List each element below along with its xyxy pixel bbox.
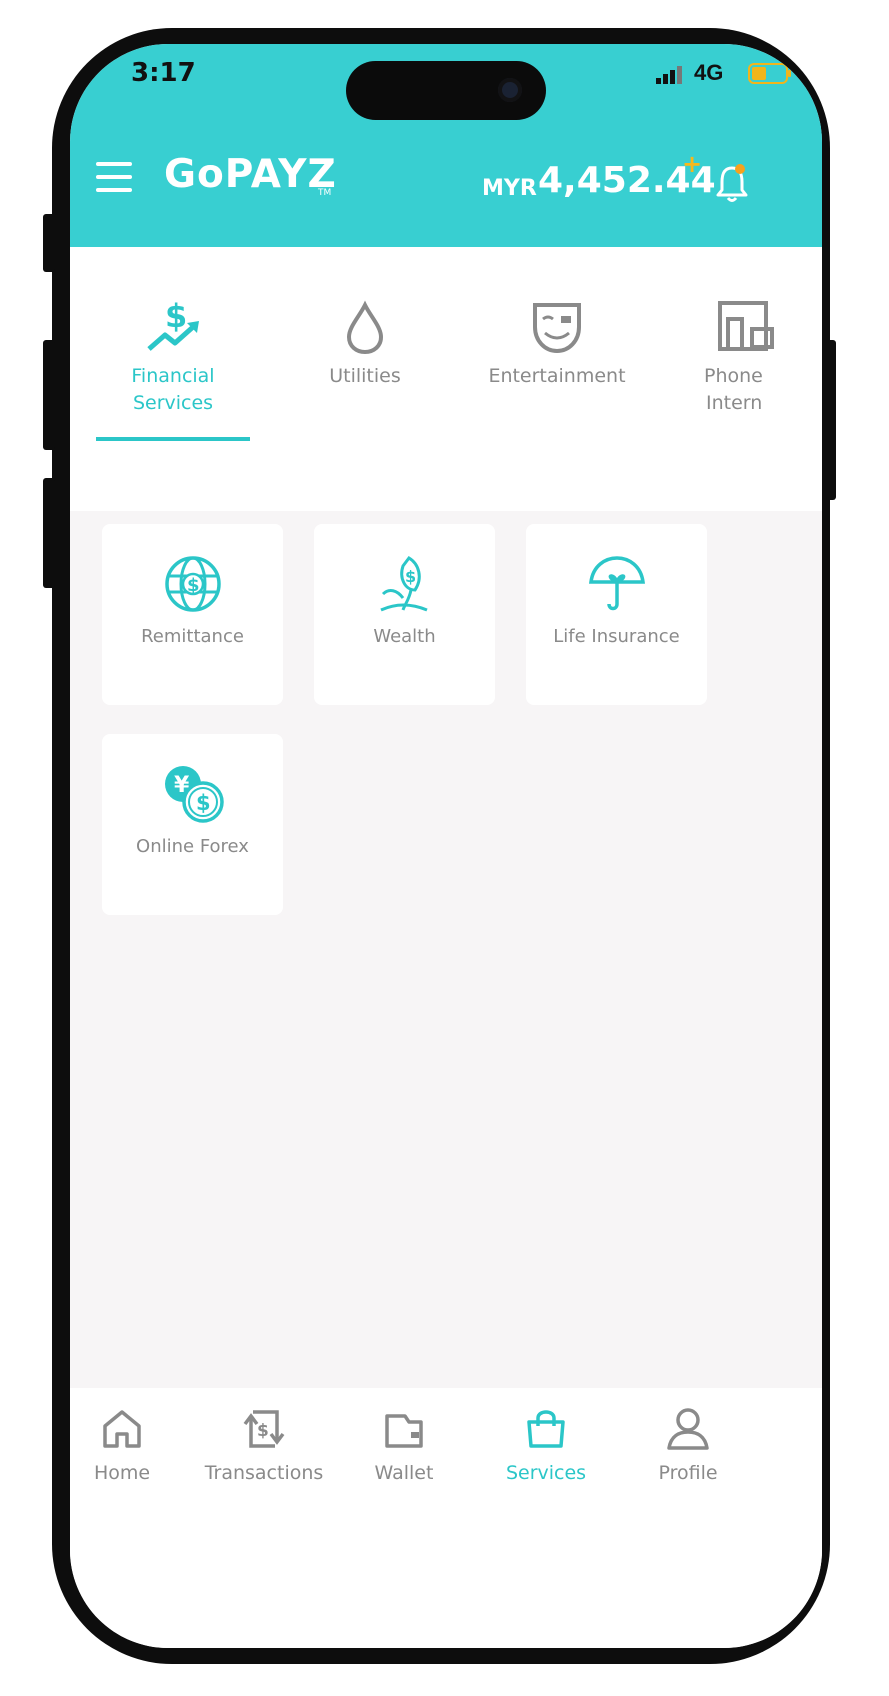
yen-dollar-icon: ¥ $ [164, 766, 224, 823]
nav-label: Home [93, 1462, 151, 1484]
plant-dollar-icon: $ [379, 556, 428, 612]
tab-label-line2: Intern [706, 392, 763, 414]
category-tabs: $ Financial Services Utilities Entertain… [70, 247, 822, 511]
network-label: 4G [694, 60, 724, 85]
app-header: 3:17 4G GoPAYZ TM MYR 4,452.44 + [70, 44, 822, 247]
nav-transactions[interactable]: $ Transactions [194, 1406, 334, 1484]
app-screen: 3:17 4G GoPAYZ TM MYR 4,452.44 + $ Finan… [70, 44, 822, 1648]
camera-icon [498, 78, 522, 102]
tab-financial-services[interactable]: $ Financial Services [88, 297, 258, 417]
status-time: 3:17 [131, 58, 196, 88]
service-label: Wealth [373, 626, 436, 647]
tab-phone-internet[interactable]: Phone Intern [676, 299, 822, 417]
water-drop-icon [346, 300, 384, 355]
power-button [826, 340, 836, 500]
menu-button[interactable] [96, 162, 132, 196]
topup-plus-icon[interactable]: + [682, 150, 702, 178]
home-icon [103, 1410, 141, 1448]
nav-wallet[interactable]: Wallet [334, 1406, 474, 1484]
service-card-remittance[interactable]: $ Remittance [102, 524, 283, 705]
transactions-icon: $ [243, 1410, 285, 1448]
profile-icon [667, 1408, 709, 1450]
volume-down-button [43, 478, 55, 588]
nav-label: Wallet [374, 1462, 434, 1484]
bottom-navigation: Home $ Transactions Wallet Services Prof… [70, 1388, 822, 1648]
signal-icon [656, 66, 682, 84]
dollar-growth-icon: $ [147, 297, 199, 351]
service-label: Life Insurance [553, 626, 680, 647]
nav-label: Services [505, 1462, 587, 1484]
volume-up-button [43, 340, 55, 450]
gopayz-logo: GoPAYZ [164, 152, 337, 197]
phone-devices-icon [718, 301, 774, 351]
svg-text:$: $ [187, 575, 200, 596]
dynamic-island [346, 61, 546, 120]
notification-bell-icon[interactable] [712, 160, 752, 204]
nav-profile[interactable]: Profile [618, 1406, 758, 1484]
tab-utilities[interactable]: Utilities [280, 299, 450, 390]
svg-text:$: $ [165, 299, 187, 335]
service-card-wealth[interactable]: $ Wealth [314, 524, 495, 705]
service-label: Online Forex [136, 836, 249, 857]
mute-switch [43, 214, 55, 272]
balance-currency: MYR [482, 176, 537, 201]
status-icons: 4G [648, 60, 798, 90]
umbrella-heart-icon [588, 556, 645, 611]
tab-label-line2: Services [132, 392, 214, 414]
battery-icon [748, 63, 791, 84]
wallet-icon [385, 1414, 423, 1448]
nav-home[interactable]: Home [70, 1406, 192, 1484]
tab-label-line1: Financial [131, 365, 215, 387]
mask-icon [533, 303, 581, 354]
tab-label: Utilities [329, 365, 401, 387]
service-label: Remittance [141, 626, 244, 647]
globe-dollar-icon: $ [164, 556, 221, 612]
active-tab-indicator [96, 437, 250, 441]
tab-label: Entertainment [488, 365, 626, 387]
svg-text:$: $ [257, 1421, 269, 1441]
service-card-online-forex[interactable]: ¥ $ Online Forex [102, 734, 283, 915]
tab-label-line1: Phone [704, 365, 763, 387]
nav-services[interactable]: Services [476, 1406, 616, 1484]
svg-text:$: $ [405, 567, 416, 586]
nav-label: Transactions [204, 1462, 324, 1484]
svg-text:$: $ [196, 791, 211, 815]
tab-entertainment[interactable]: Entertainment [472, 299, 642, 390]
shopping-bag-icon [527, 1410, 565, 1448]
logo-trademark: TM [318, 188, 332, 198]
service-card-life-insurance[interactable]: Life Insurance [526, 524, 707, 705]
nav-label: Profile [658, 1462, 718, 1484]
